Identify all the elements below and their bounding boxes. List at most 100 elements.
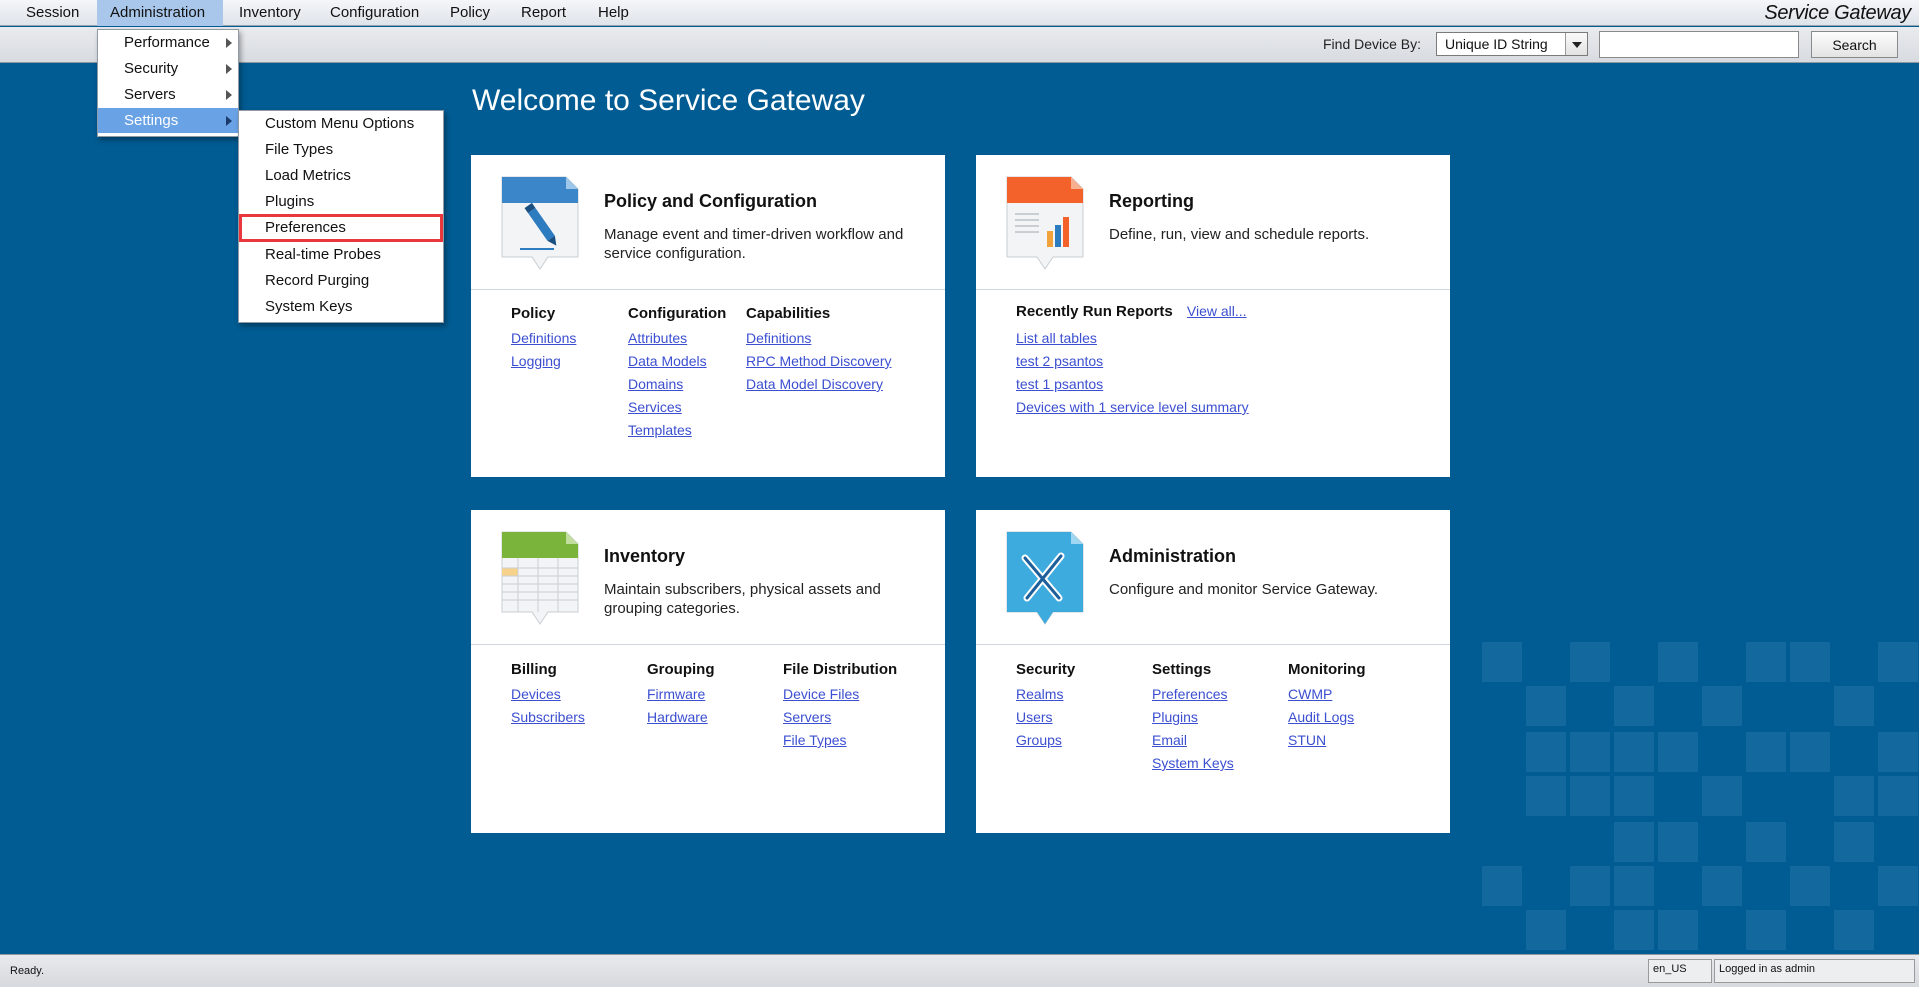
card-header: Reporting Define, run, view and schedule… [976, 155, 1450, 290]
link-firmware[interactable]: Firmware [647, 683, 715, 706]
link-device-files[interactable]: Device Files [783, 683, 897, 706]
link-devices[interactable]: Devices [511, 683, 585, 706]
link-report-test-1[interactable]: test 1 psantos [1016, 373, 1249, 396]
settings-menu-system-keys[interactable]: System Keys [239, 294, 443, 319]
card-title: Policy and Configuration [604, 191, 818, 211]
settings-menu-real-time-probes[interactable]: Real-time Probes [239, 242, 443, 267]
link-file-types[interactable]: File Types [783, 729, 897, 752]
login-status: Logged in as admin [1714, 959, 1915, 983]
grouping-column: Grouping Firmware Hardware [647, 661, 715, 729]
link-data-models[interactable]: Data Models [628, 350, 726, 373]
link-list-all-tables[interactable]: List all tables [1016, 327, 1249, 350]
link-servers[interactable]: Servers [783, 706, 897, 729]
capabilities-column: Capabilities Definitions RPC Method Disc… [746, 305, 892, 396]
chevron-right-icon [226, 38, 232, 48]
find-device-select[interactable]: Unique ID String [1436, 32, 1588, 56]
link-plugins[interactable]: Plugins [1152, 706, 1234, 729]
link-services[interactable]: Services [628, 396, 726, 419]
link-email[interactable]: Email [1152, 729, 1234, 752]
menu-session[interactable]: Session [12, 0, 93, 26]
menu-item-label: Servers [124, 86, 176, 103]
chevron-right-icon [226, 90, 232, 100]
card-header: Policy and Configuration Manage event an… [471, 155, 945, 290]
link-domains[interactable]: Domains [628, 373, 726, 396]
link-system-keys[interactable]: System Keys [1152, 752, 1234, 775]
status-bar: Ready. en_US Logged in as admin [0, 954, 1919, 987]
menu-report[interactable]: Report [507, 0, 580, 26]
policy-card: Policy and Configuration Manage event an… [471, 155, 945, 477]
column-title: Policy [511, 305, 556, 322]
link-policy-definitions[interactable]: Definitions [511, 327, 576, 350]
link-preferences[interactable]: Preferences [1152, 683, 1234, 706]
link-rpc-method-discovery[interactable]: RPC Method Discovery [746, 350, 892, 373]
link-attributes[interactable]: Attributes [628, 327, 726, 350]
menu-administration[interactable]: Administration [97, 0, 223, 26]
settings-column: Settings Preferences Plugins Email Syste… [1152, 661, 1234, 775]
link-templates[interactable]: Templates [628, 419, 726, 442]
column-title: File Distribution [783, 661, 898, 678]
menu-configuration[interactable]: Configuration [316, 0, 433, 26]
link-cwmp[interactable]: CWMP [1288, 683, 1365, 706]
link-data-model-discovery[interactable]: Data Model Discovery [746, 373, 892, 396]
chevron-down-icon[interactable] [1565, 33, 1587, 55]
pencil-document-icon [501, 176, 579, 270]
admin-menu-settings[interactable]: Settings [98, 108, 238, 133]
card-description: Manage event and timer-driven workflow a… [604, 226, 904, 262]
find-device-label: Find Device By: [1323, 36, 1422, 52]
card-header: Administration Configure and monitor Ser… [976, 510, 1450, 645]
chevron-right-icon [226, 116, 232, 126]
toolbar: Find Device By: Unique ID String Search [0, 27, 1919, 63]
link-groups[interactable]: Groups [1016, 729, 1075, 752]
link-realms[interactable]: Realms [1016, 683, 1075, 706]
settings-menu-record-purging[interactable]: Record Purging [239, 268, 443, 293]
admin-menu-performance[interactable]: Performance [98, 30, 238, 55]
column-title: Monitoring [1288, 661, 1366, 678]
link-capability-definitions[interactable]: Definitions [746, 327, 892, 350]
column-title: Configuration [628, 305, 727, 322]
column-title: Settings [1152, 661, 1212, 678]
settings-menu-file-types[interactable]: File Types [239, 137, 443, 162]
billing-column: Billing Devices Subscribers [511, 661, 585, 729]
menu-policy[interactable]: Policy [436, 0, 504, 26]
settings-menu-preferences[interactable]: Preferences [239, 214, 443, 242]
search-button[interactable]: Search [1811, 31, 1898, 58]
settings-menu-plugins[interactable]: Plugins [239, 189, 443, 214]
menu-inventory[interactable]: Inventory [225, 0, 315, 26]
admin-menu-security[interactable]: Security [98, 56, 238, 81]
status-text: Ready. [10, 965, 45, 977]
search-input[interactable] [1599, 31, 1799, 58]
link-audit-logs[interactable]: Audit Logs [1288, 706, 1365, 729]
column-title: Grouping [647, 661, 715, 678]
admin-menu-servers[interactable]: Servers [98, 82, 238, 107]
menu-item-label: Settings [124, 112, 179, 129]
menu-help[interactable]: Help [584, 0, 643, 26]
link-report-test-2[interactable]: test 2 psantos [1016, 350, 1249, 373]
link-subscribers[interactable]: Subscribers [511, 706, 585, 729]
link-stun[interactable]: STUN [1288, 729, 1365, 752]
card-header: Inventory Maintain subscribers, physical… [471, 510, 945, 645]
menu-item-label: Security [124, 60, 179, 77]
link-policy-logging[interactable]: Logging [511, 350, 576, 373]
link-users[interactable]: Users [1016, 706, 1075, 729]
recent-reports-section: Recently Run Reports View all... List al… [1016, 303, 1249, 419]
column-title: Security [1016, 661, 1076, 678]
card-title: Reporting [1109, 191, 1194, 211]
link-devices-service-level-summary[interactable]: Devices with 1 service level summary [1016, 396, 1249, 419]
settings-menu-custom-menu-options[interactable]: Custom Menu Options [239, 111, 443, 136]
brand-logo: Service Gateway [1764, 2, 1911, 24]
link-hardware[interactable]: Hardware [647, 706, 715, 729]
column-title: Billing [511, 661, 557, 678]
card-title: Administration [1109, 546, 1237, 566]
recent-reports-title: Recently Run Reports [1016, 303, 1173, 320]
settings-submenu: Custom Menu Options File Types Load Metr… [238, 110, 444, 323]
recent-reports-header: Recently Run Reports View all... [1016, 303, 1249, 327]
reporting-card: Reporting Define, run, view and schedule… [976, 155, 1450, 477]
configuration-column: Configuration Attributes Data Models Dom… [628, 305, 726, 442]
find-device-select-value: Unique ID String [1445, 36, 1548, 52]
card-description: Define, run, view and schedule reports. [1109, 226, 1370, 243]
settings-menu-load-metrics[interactable]: Load Metrics [239, 163, 443, 188]
chevron-right-icon [226, 64, 232, 74]
administration-dropdown: Performance Security Servers Settings [97, 29, 239, 137]
view-all-link[interactable]: View all... [1187, 303, 1247, 319]
locale-indicator: en_US [1648, 959, 1712, 983]
